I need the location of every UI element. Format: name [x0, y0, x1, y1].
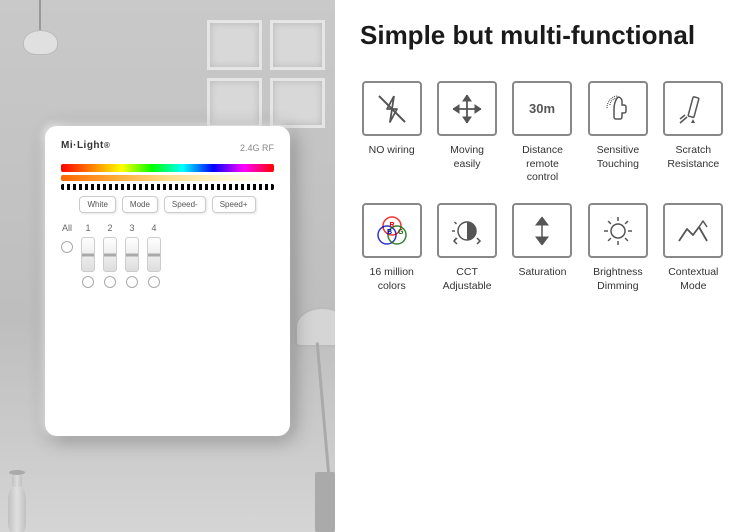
scratch-resistance-icon-box	[663, 81, 723, 136]
numbered-zones: 1 2 3	[81, 223, 274, 288]
feature-scratch-resistance: Scratch Resistance	[662, 81, 725, 185]
moving-easily-label: Moving easily	[435, 144, 498, 171]
mode-buttons-row: White Mode Speed- Speed+	[61, 196, 274, 213]
distance-remote-icon-box: 30m	[512, 81, 572, 136]
mode-button[interactable]: Mode	[122, 196, 158, 213]
zone-1-label: 1	[85, 223, 90, 233]
speed-up-button[interactable]: Speed+	[212, 196, 256, 213]
device-logo: Mi·Light®	[61, 140, 110, 156]
feature-sensitive-touching: Sensitive Touching	[586, 81, 649, 185]
device-header: Mi·Light® 2.4G RF	[61, 140, 274, 156]
left-panel: Mi·Light® 2.4G RF White Mode Speed- Spee…	[0, 0, 335, 532]
16m-colors-label: 16 million colors	[360, 266, 423, 293]
wall-frame-4	[270, 78, 325, 128]
zone-4-slider[interactable]	[147, 237, 161, 272]
color-bars	[61, 164, 274, 190]
zone-3: 3	[125, 223, 139, 288]
vase	[8, 470, 26, 532]
cct-adjustable-icon-box	[437, 203, 497, 258]
sensitive-touching-icon-box	[588, 81, 648, 136]
zone-4: 4	[147, 223, 161, 288]
svg-text:R: R	[389, 222, 394, 229]
all-zone: All	[61, 223, 73, 253]
touch-icon	[600, 91, 636, 127]
feature-distance-remote: 30m Distance remote control	[511, 81, 574, 185]
main-container: Mi·Light® 2.4G RF White Mode Speed- Spee…	[0, 0, 750, 532]
wall-frame-2	[270, 20, 325, 70]
svg-text:30m: 30m	[529, 101, 555, 116]
zone-2: 2	[103, 223, 117, 288]
feature-saturation: Saturation	[511, 203, 574, 293]
feature-no-wiring: NO wiring	[360, 81, 423, 185]
contextual-mode-icon-box	[663, 203, 723, 258]
svg-text:B: B	[387, 229, 392, 236]
wall-frames	[207, 20, 325, 128]
brightness-icon	[600, 213, 636, 249]
zone-1: 1	[81, 223, 95, 288]
feature-brightness-dimming: Brightness Dimming	[586, 203, 649, 293]
device-freq: 2.4G RF	[240, 143, 274, 153]
scratch-resistance-label: Scratch Resistance	[662, 144, 725, 171]
ceiling-light	[20, 0, 60, 60]
zone-4-circle[interactable]	[148, 276, 160, 288]
all-zone-label: All	[62, 223, 72, 233]
sensitive-touching-label: Sensitive Touching	[586, 144, 649, 171]
wall-frame-1	[207, 20, 262, 70]
controller-device: Mi·Light® 2.4G RF White Mode Speed- Spee…	[45, 126, 290, 436]
speed-down-button[interactable]: Speed-	[164, 196, 206, 213]
no-wiring-icon-box	[362, 81, 422, 136]
saturation-icon-box	[512, 203, 572, 258]
saturation-icon	[524, 213, 560, 249]
zone-3-label: 3	[129, 223, 134, 233]
zone-2-circle[interactable]	[104, 276, 116, 288]
zone-3-slider[interactable]	[125, 237, 139, 272]
features-grid: NO wiring Moving easily	[360, 81, 725, 293]
16m-colors-icon-box: B R G	[362, 203, 422, 258]
feature-contextual-mode: Contextual Mode	[662, 203, 725, 293]
scratch-icon	[675, 91, 711, 127]
move-icon	[449, 91, 485, 127]
contextual-mode-label: Contextual Mode	[662, 266, 725, 293]
right-panel: Simple but multi-functional NO wiring	[335, 0, 750, 532]
zone-1-circle[interactable]	[82, 276, 94, 288]
no-wiring-label: NO wiring	[369, 144, 415, 158]
contextual-icon	[675, 213, 711, 249]
svg-text:G: G	[398, 229, 404, 236]
wall-frame-3	[207, 78, 262, 128]
rgb-color-bar	[61, 164, 274, 172]
cct-icon	[449, 213, 485, 249]
all-zone-circle[interactable]	[61, 241, 73, 253]
zone-2-slider[interactable]	[103, 237, 117, 272]
cct-adjustable-label: CCT Adjustable	[435, 266, 498, 293]
zone-2-label: 2	[107, 223, 112, 233]
no-wiring-icon	[374, 91, 410, 127]
feature-16m-colors: B R G 16 million colors	[360, 203, 423, 293]
bw-bar	[61, 184, 274, 190]
warm-color-bar	[61, 175, 274, 181]
zone-controls: All 1 2	[61, 223, 274, 288]
brightness-dimming-icon-box	[588, 203, 648, 258]
panel-title: Simple but multi-functional	[360, 20, 725, 51]
feature-cct-adjustable: CCT Adjustable	[435, 203, 498, 293]
distance-remote-label: Distance remote control	[511, 144, 574, 185]
zone-3-circle[interactable]	[126, 276, 138, 288]
color-icon: B R G	[374, 213, 410, 249]
brightness-dimming-label: Brightness Dimming	[586, 266, 649, 293]
feature-moving-easily: Moving easily	[435, 81, 498, 185]
saturation-label: Saturation	[519, 266, 567, 280]
zone-4-label: 4	[151, 223, 156, 233]
white-button[interactable]: White	[79, 196, 115, 213]
zone-1-slider[interactable]	[81, 237, 95, 272]
moving-easily-icon-box	[437, 81, 497, 136]
distance-icon: 30m	[524, 91, 560, 127]
